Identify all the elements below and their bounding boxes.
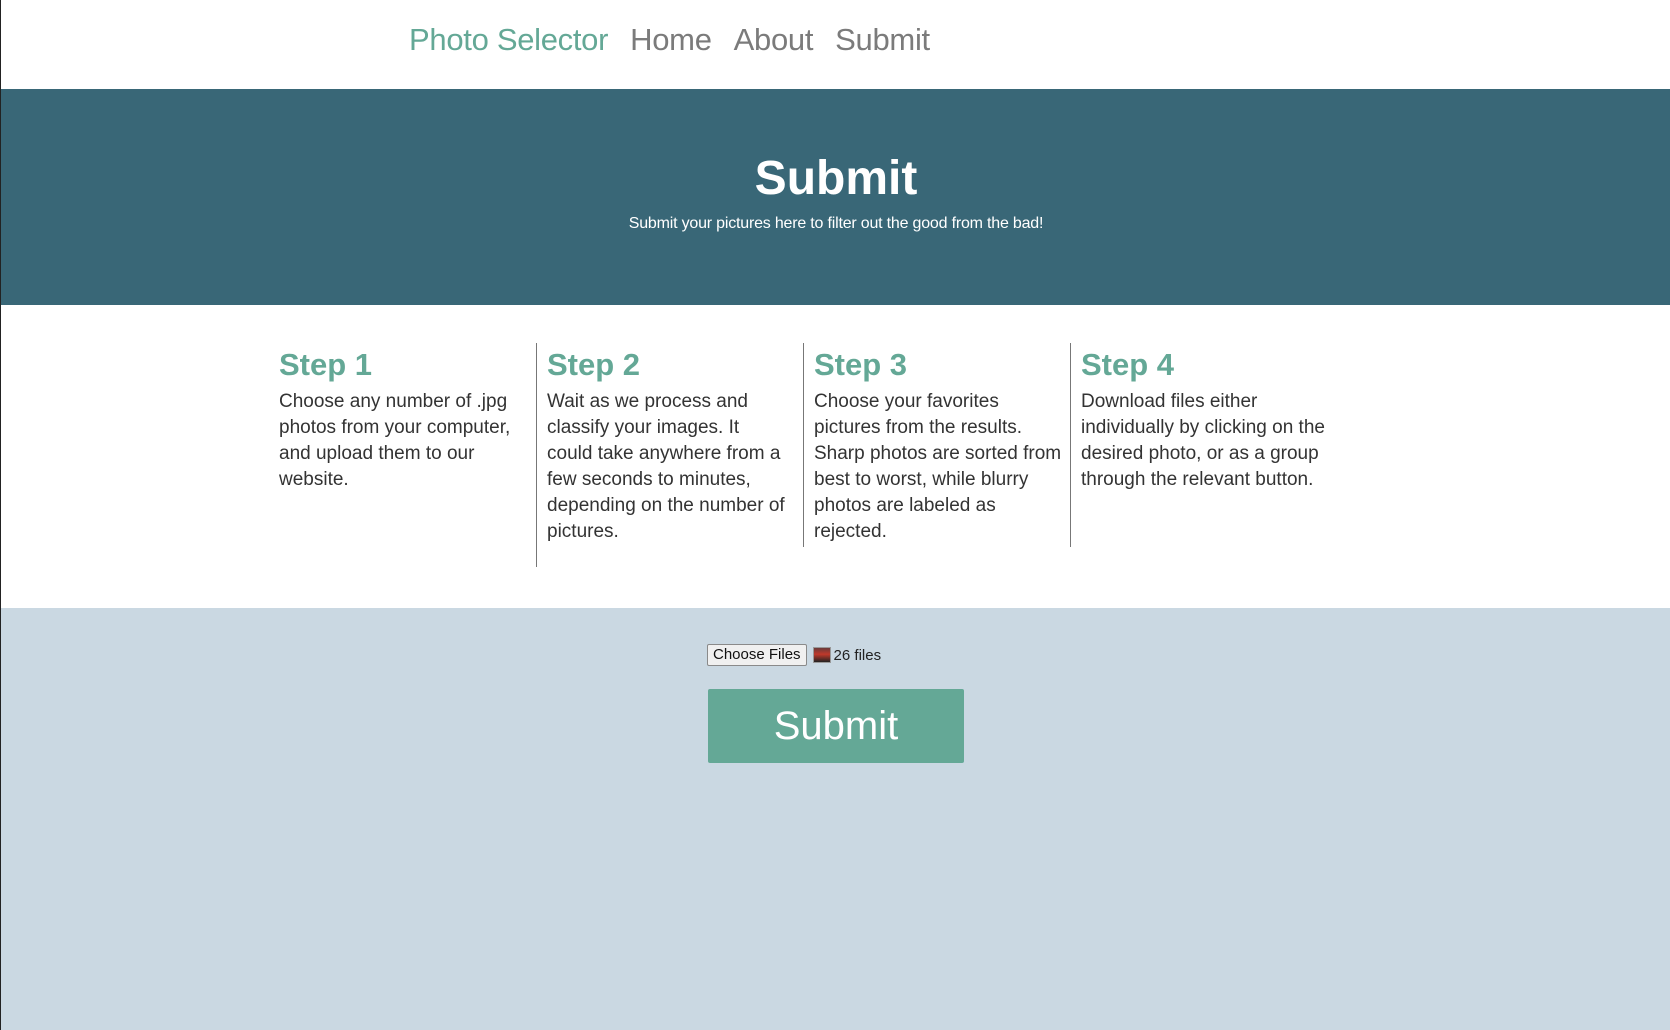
step-4: Step 4 Download files either individuall… [1081,343,1326,493]
step-4-title: Step 4 [1081,347,1175,382]
step-3: Step 3 Choose your favorites pictures fr… [814,343,1064,545]
step-divider [1070,343,1071,547]
nav-links: Photo Selector Home About Submit [409,22,952,58]
step-2-title: Step 2 [547,347,641,382]
steps-section: Step 1 Choose any number of .jpg photos … [1,305,1670,608]
page-title: Submit [754,152,918,205]
nav-link-submit[interactable]: Submit [835,22,930,58]
upload-section: Choose Files 26 files Submit [1,608,1670,1030]
navbar: Photo Selector Home About Submit [1,0,1670,89]
step-2-body: Wait as we process and classify your ima… [547,391,785,542]
file-thumbnail-icon [812,647,831,663]
step-1: Step 1 Choose any number of .jpg photos … [279,343,519,493]
step-1-body: Choose any number of .jpg photos from yo… [279,391,511,490]
submit-button[interactable]: Submit [708,689,964,763]
file-count-label: 26 files [833,646,882,664]
file-input: Choose Files 26 files [707,644,881,666]
page-subtitle: Submit your pictures here to filter out … [628,215,1044,232]
nav-link-home[interactable]: Home [630,22,712,58]
choose-files-button[interactable]: Choose Files [707,644,807,666]
step-4-body: Download files either individually by cl… [1081,391,1325,490]
step-divider [803,343,804,547]
step-3-body: Choose your favorites pictures from the … [814,391,1062,542]
step-2: Step 2 Wait as we process and classify y… [547,343,787,545]
step-3-title: Step 3 [814,347,908,382]
step-1-title: Step 1 [279,347,373,382]
brand-link[interactable]: Photo Selector [409,22,608,58]
step-divider [536,343,537,567]
nav-link-about[interactable]: About [734,22,814,58]
hero-banner: Submit Submit your pictures here to filt… [1,89,1670,305]
